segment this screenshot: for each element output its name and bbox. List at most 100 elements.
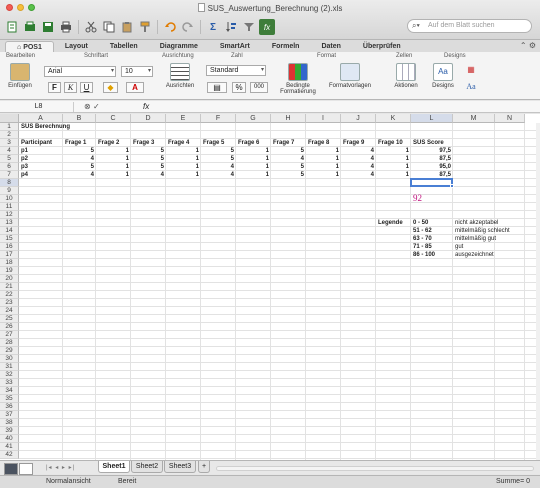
answer-cell[interactable]: 5 [65,163,94,171]
save-icon[interactable] [40,19,56,35]
column-header-h[interactable]: H [271,114,306,123]
fill-color-button[interactable]: ◆ [103,82,118,93]
number-format-select[interactable]: Standard ▾ [206,65,266,76]
row-header[interactable]: 7 [0,171,19,179]
ribbon-settings-icon[interactable]: ⚙ [529,41,536,50]
row-header[interactable]: 41 [0,443,19,451]
column-title-cell[interactable]: Frage 7 [273,139,304,147]
legend-text-cell[interactable]: mittelmäßig gut [455,235,523,243]
legend-range-cell[interactable]: 63 - 70 [413,235,451,243]
cancel-icon[interactable]: ⊗ [84,102,91,111]
answer-cell[interactable]: 4 [203,163,234,171]
sheet-title-cell[interactable]: SUS Berechnung [21,123,94,131]
answer-cell[interactable]: 4 [203,171,234,179]
tab-layout[interactable]: Layout [54,41,99,52]
row-header[interactable]: 3 [0,139,19,147]
participant-cell[interactable]: p3 [21,163,61,171]
tab-formeln[interactable]: Formeln [261,41,311,52]
theme-fonts-button[interactable]: Aa [462,82,480,93]
answer-cell[interactable]: 4 [273,155,304,163]
row-header[interactable]: 20 [0,275,19,283]
column-header-e[interactable]: E [166,114,201,123]
answer-cell[interactable]: 5 [203,155,234,163]
row-header[interactable]: 22 [0,291,19,299]
font-color-button[interactable]: A [126,82,144,93]
print-icon[interactable] [58,19,74,35]
answer-cell[interactable]: 1 [98,163,129,171]
legend-range-cell[interactable]: 86 - 100 [413,251,451,259]
answer-cell[interactable]: 5 [273,147,304,155]
formula-builder-icon[interactable]: fx [259,19,275,35]
row-header[interactable]: 1 [0,123,19,131]
legend-text-cell[interactable]: mittelmäßig schlecht [455,227,523,235]
row-header[interactable]: 30 [0,355,19,363]
conditional-formatting-button[interactable]: Bedingte Formatierung [276,63,320,95]
column-header-j[interactable]: J [341,114,376,123]
copy-icon[interactable] [101,19,117,35]
sort-icon[interactable] [223,19,239,35]
answer-cell[interactable]: 1 [238,155,269,163]
answer-cell[interactable]: 1 [378,171,409,179]
answer-cell[interactable]: 5 [133,147,164,155]
row-header[interactable]: 14 [0,227,19,235]
currency-button[interactable]: ▤ [207,82,227,93]
answer-cell[interactable]: 5 [133,163,164,171]
column-header-k[interactable]: K [376,114,411,123]
answer-cell[interactable]: 1 [168,171,199,179]
spreadsheet-grid[interactable]: A B C D E F G H I J K L M N 1 2 3 4 5 6 7 8 9 10 11 12 13 14 15 16 17 1… [0,114,540,460]
row-header[interactable]: 19 [0,267,19,275]
collapse-ribbon-icon[interactable]: ⌃ [520,41,527,50]
legend-text-cell[interactable]: nicht akzeptabel [455,219,523,227]
row-header[interactable]: 27 [0,331,19,339]
column-header-d[interactable]: D [131,114,166,123]
column-title-cell[interactable]: Frage 6 [238,139,269,147]
column-title-cell[interactable]: Frage 10 [378,139,409,147]
answer-cell[interactable]: 5 [133,155,164,163]
answer-cell[interactable]: 1 [378,163,409,171]
sheet-navigation-icon[interactable]: |◂ ◂ ▸ ▸| [46,464,75,471]
row-header[interactable]: 31 [0,363,19,371]
answer-cell[interactable]: 1 [308,147,339,155]
row-header[interactable]: 29 [0,347,19,355]
undo-icon[interactable] [162,19,178,35]
underline-button[interactable]: U [80,82,93,93]
row-header[interactable]: 12 [0,211,19,219]
row-header[interactable]: 10 [0,195,19,203]
vertical-scrollbar[interactable] [536,123,540,460]
horizontal-scrollbar[interactable] [216,466,534,471]
row-header[interactable]: 8 [0,179,19,187]
tab-smartart[interactable]: SmartArt [209,41,261,52]
row-header[interactable]: 15 [0,235,19,243]
row-header[interactable]: 26 [0,323,19,331]
row-header[interactable]: 13 [0,219,19,227]
row-header[interactable]: 23 [0,299,19,307]
autosum-icon[interactable]: Σ [205,19,221,35]
column-title-cell[interactable]: Frage 3 [133,139,164,147]
add-sheet-button[interactable]: + [198,461,210,473]
row-header[interactable]: 25 [0,315,19,323]
answer-cell[interactable]: 1 [308,155,339,163]
column-header-f[interactable]: F [201,114,236,123]
answer-cell[interactable]: 5 [203,147,234,155]
legend-label-cell[interactable]: Legende [378,219,409,227]
filter-icon[interactable] [241,19,257,35]
answer-cell[interactable]: 1 [168,147,199,155]
legend-range-cell[interactable]: 71 - 85 [413,243,451,251]
answer-cell[interactable]: 4 [343,155,374,163]
enter-icon[interactable]: ✓ [93,102,100,111]
sheet-tab-sheet2[interactable]: Sheet2 [131,461,163,473]
answer-cell[interactable]: 1 [308,163,339,171]
answer-cell[interactable]: 1 [168,155,199,163]
row-header[interactable]: 18 [0,259,19,267]
sus-score-cell[interactable]: 97,5 [413,147,451,155]
new-icon[interactable] [4,19,20,35]
column-title-cell[interactable]: Frage 4 [168,139,199,147]
row-header[interactable]: 28 [0,339,19,347]
actions-button[interactable]: Aktionen [390,63,422,89]
participant-cell[interactable]: p4 [21,171,61,179]
row-header[interactable]: 17 [0,251,19,259]
participant-cell[interactable]: p2 [21,155,61,163]
row-header[interactable]: 16 [0,243,19,251]
row-header[interactable]: 42 [0,451,19,459]
font-name-select[interactable]: Arial ▾ [44,66,116,77]
